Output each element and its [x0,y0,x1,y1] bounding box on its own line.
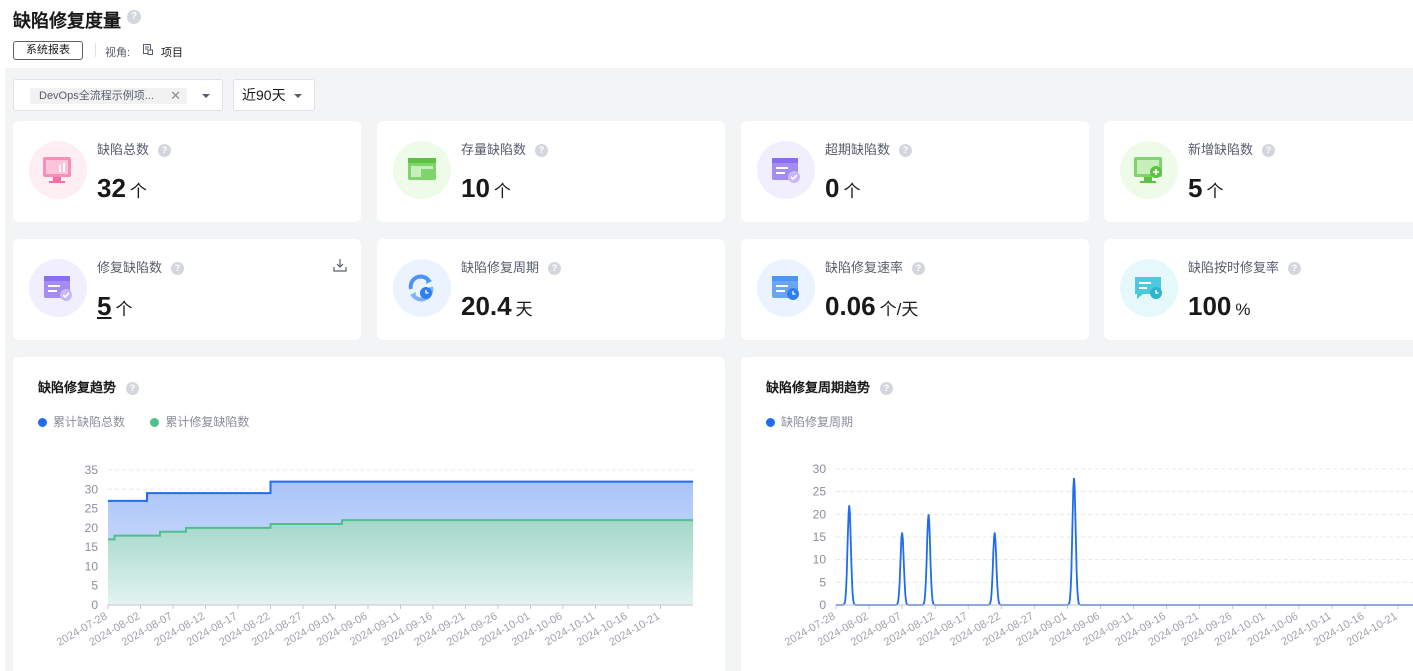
project-tag-label: DevOps全流程示例项... [39,90,154,102]
time-range-select[interactable]: 近90天 [233,79,315,111]
kpi-card-fix-rate: 缺陷修复速率? 0.06 个/天 [741,239,1089,340]
defect-fix-trend-card: 缺陷修复趋势? 累计缺陷总数 累计修复缺陷数 0 5 10 15 20 25 30 35 202… [13,357,725,671]
fix-cycle-trend-card: 缺陷修复周期趋势? 缺陷修复周期 0 5 10 15 20 25 30 2024-07-28 2… [741,357,1413,671]
window-clock-icon [757,259,815,317]
browser-window-icon [393,141,451,199]
y-tick-label: 0 [91,598,98,612]
help-icon[interactable]: ? [127,10,141,24]
y-tick-label: 5 [91,579,98,593]
y-tick-label: 15 [813,530,827,544]
y-tick-label: 30 [813,462,827,476]
kpi-label: 缺陷修复速率? [825,257,926,276]
help-icon[interactable]: ? [1288,262,1302,275]
kpi-label: 超期缺陷数? [825,139,913,158]
window-check-icon [29,259,87,317]
help-icon[interactable]: ? [535,144,549,157]
help-icon[interactable]: ? [548,262,562,275]
series-line [836,478,1413,606]
y-tick-label: 15 [85,540,99,554]
y-tick-label: 10 [813,553,827,567]
y-tick-label: 25 [85,502,99,516]
series-area [108,520,693,605]
kpi-value: 0个 [825,173,861,203]
monitor-chart-icon [29,141,87,199]
fixed-defects-link[interactable]: 5 [97,291,111,321]
view-value[interactable]: 项目 [161,44,183,60]
monitor-plus-icon [1120,141,1178,199]
kpi-card-overdue-defects: 超期缺陷数? 0个 [741,121,1089,222]
y-tick-label: 30 [85,482,99,496]
kpi-value: 5个 [97,291,133,321]
download-icon[interactable] [333,258,347,272]
main-content: DevOps全流程示例项... ✕ 近90天 缺陷总数? 32 个 存量缺陷数? … [5,68,1413,671]
kpi-card-stock-defects: 存量缺陷数? 10 个 [377,121,725,222]
y-tick-label: 35 [85,463,99,477]
kpi-label: 新增缺陷数? [1188,139,1276,158]
kpi-value: 5个 [1188,173,1224,203]
kpi-value: 100% [1188,291,1251,321]
view-label: 视角: [105,47,131,59]
chevron-down-icon [202,94,210,98]
kpi-card-fixed-defects: 修复缺陷数? 5个 [13,239,361,340]
kpi-label: 存量缺陷数? [461,139,549,158]
kpi-label: 缺陷修复周期? [461,257,562,276]
kpi-label: 修复缺陷数? [97,257,185,276]
help-icon[interactable]: ? [1262,144,1276,157]
y-tick-label: 20 [85,521,99,535]
kpi-label: 缺陷按时修复率? [1188,257,1302,276]
kpi-card-fix-cycle: 缺陷修复周期? 20.4 天 [377,239,725,340]
window-check-icon [757,141,815,199]
kpi-value: 20.4 天 [461,291,533,321]
chat-clock-icon [1120,259,1178,317]
defect-fix-trend-chart: 051015202530352024-07-282024-08-022024-0… [55,463,693,649]
project-tag: DevOps全流程示例项... ✕ [30,88,187,104]
kpi-value: 0.06 个/天 [825,291,919,321]
time-range-value: 近90天 [242,87,286,103]
close-icon[interactable]: ✕ [170,88,181,104]
fix-cycle-trend-chart: 0510152025302024-07-282024-08-022024-08-… [783,462,1413,649]
help-icon[interactable]: ? [912,262,926,275]
refresh-clock-icon [393,259,451,317]
divider [95,43,96,57]
y-tick-label: 0 [819,598,826,612]
y-tick-label: 20 [813,507,827,521]
y-tick-label: 5 [819,575,826,589]
kpi-card-total-defects: 缺陷总数? 32 个 [13,121,361,222]
help-icon[interactable]: ? [899,144,913,157]
chevron-down-icon [294,94,302,98]
system-report-button[interactable]: 系统报表 [13,41,83,60]
y-tick-label: 25 [813,485,827,499]
kpi-value: 32 个 [97,173,147,203]
project-icon [143,44,153,55]
kpi-card-ontime-rate: 缺陷按时修复率? 100% [1104,239,1413,340]
help-icon[interactable]: ? [158,144,172,157]
kpi-value: 10 个 [461,173,511,203]
kpi-card-new-defects: 新增缺陷数? 5个 [1104,121,1413,222]
project-select[interactable]: DevOps全流程示例项... ✕ [13,79,223,111]
page-header: 缺陷修复度量 ? 系统报表 视角: 项目 [0,0,1413,68]
help-icon[interactable]: ? [171,262,185,275]
y-tick-label: 10 [85,559,99,573]
page-title: 缺陷修复度量 [13,11,121,31]
kpi-label: 缺陷总数? [97,139,172,158]
